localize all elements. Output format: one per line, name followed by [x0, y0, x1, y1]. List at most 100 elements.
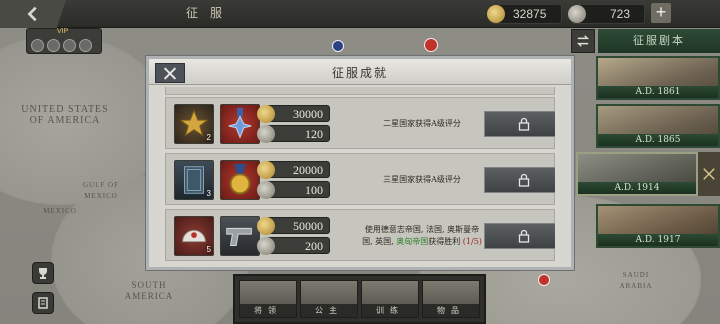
- map-label-gulf: GULF OF MEXICO: [83, 181, 119, 200]
- tab-label: 训练: [362, 304, 418, 317]
- achievements-modal: 征服成就 2 30000 120 二星国家获得A级评分 3 20000 100 …: [146, 56, 574, 270]
- medal-coin-icon: [257, 181, 275, 199]
- modal-header: 征服成就: [149, 59, 571, 85]
- map-label-saudi: SAUDI ARABIA: [619, 271, 653, 290]
- scenario-list-title: 征服剧本: [598, 29, 720, 53]
- add-currency-button[interactable]: +: [651, 3, 671, 23]
- scenario-card-1861[interactable]: A.D. 1861: [596, 56, 720, 100]
- reward-medal-amount: 100: [305, 183, 323, 197]
- scenario-card-1917[interactable]: A.D. 1917: [596, 204, 720, 248]
- flag-marker[interactable]: [538, 274, 550, 286]
- reward-medals: 120: [257, 125, 330, 143]
- reward-item-pistol[interactable]: [220, 216, 260, 256]
- medal-amount: 723: [610, 7, 631, 21]
- reward-medals: 200: [257, 237, 330, 255]
- tab-label: 将领: [240, 304, 296, 317]
- medal-coin-icon: [568, 5, 586, 23]
- scenario-year: A.D. 1861: [598, 86, 718, 98]
- reward-item-gold-medal[interactable]: [220, 160, 260, 200]
- gold-medal-icon: [229, 163, 251, 195]
- reward-medals: 100: [257, 181, 330, 199]
- condition-text-b: 获得胜利: [428, 237, 461, 246]
- reward-item-medal-box[interactable]: 2: [174, 104, 214, 144]
- achievement-condition: 二星国家获得A级评分: [362, 106, 482, 142]
- medal-counter: 723: [568, 4, 645, 24]
- gold-counter: 32875: [487, 4, 562, 24]
- cross-medal-icon: [228, 107, 252, 139]
- achievement-row: 3 20000 100 三星国家获得A级评分: [165, 153, 555, 205]
- reward-medal-amount: 120: [305, 127, 323, 141]
- reward-medal-amount: 200: [305, 239, 323, 253]
- achievement-row-partial: [165, 87, 555, 95]
- condition-text: 使用德意志帝国, 法国, 奥斯曼帝国, 英国, 奥匈帝国获得胜利 (1/5): [362, 224, 482, 248]
- condition-text: 三星国家获得A级评分: [383, 175, 461, 184]
- reward-item-safe[interactable]: 3: [174, 160, 214, 200]
- item-count: 3: [206, 189, 211, 198]
- scenario-expand-button[interactable]: [698, 152, 720, 196]
- claim-button-locked[interactable]: [484, 111, 555, 137]
- scenario-year: A.D. 1917: [598, 234, 718, 246]
- vip-level-dots: [31, 39, 92, 52]
- vip-dot: [79, 39, 92, 52]
- reward-gold-amount: 20000: [293, 163, 323, 177]
- lock-icon: [518, 173, 530, 187]
- scenario-card-1914[interactable]: A.D. 1914: [576, 152, 698, 196]
- medal-coin-icon: [257, 237, 275, 255]
- chevron-left-icon: [27, 6, 37, 22]
- vip-panel[interactable]: VIP: [26, 28, 102, 54]
- tab-label: 物品: [423, 304, 479, 317]
- gold-amount: 32875: [513, 7, 547, 21]
- flag-marker[interactable]: [332, 40, 344, 52]
- crossed-swords-icon: [703, 168, 715, 180]
- item-count: 2: [206, 133, 211, 142]
- achievement-condition: 三星国家获得A级评分: [362, 162, 482, 198]
- reward-gold: 50000: [257, 217, 330, 235]
- gold-coin-icon: [487, 5, 505, 23]
- reward-item-blue-cross[interactable]: [220, 104, 260, 144]
- condition-text: 二星国家获得A级评分: [383, 119, 461, 128]
- modal-title: 征服成就: [331, 66, 388, 80]
- book-icon: [38, 297, 48, 309]
- gold-coin-icon: [257, 161, 275, 179]
- reward-item-helmet[interactable]: 5: [174, 216, 214, 256]
- swap-arrows-icon: [576, 35, 590, 47]
- tab-princess[interactable]: 公主: [300, 280, 358, 318]
- reward-gold-amount: 50000: [293, 219, 323, 233]
- vip-dot: [63, 39, 76, 52]
- tab-label: 公主: [301, 304, 357, 317]
- trophy-icon: [39, 268, 47, 279]
- claim-button-locked[interactable]: [484, 167, 555, 193]
- vip-dot: [31, 39, 44, 52]
- condition-highlight: 奥匈帝国: [396, 237, 429, 246]
- vip-dot: [47, 39, 60, 52]
- flag-marker[interactable]: [424, 38, 438, 52]
- achievement-list[interactable]: 2 30000 120 二星国家获得A级评分 3 20000 100 三星国家获…: [165, 87, 555, 269]
- condition-progress: (1/5): [462, 237, 482, 246]
- claim-button-locked[interactable]: [484, 223, 555, 249]
- pistol-icon: [226, 227, 252, 246]
- tab-items[interactable]: 物品: [422, 280, 480, 318]
- top-bar: 征服 32875 723 +: [0, 0, 720, 28]
- scenario-card-1865[interactable]: A.D. 1865: [596, 104, 720, 148]
- map-label-usa: UNITED STATES OF AMERICA: [21, 104, 109, 126]
- gold-coin-icon: [257, 217, 275, 235]
- lock-icon: [518, 229, 530, 243]
- map-label-mexico: MEXICO: [43, 207, 77, 215]
- medal-coin-icon: [257, 125, 275, 143]
- reward-gold: 20000: [257, 161, 330, 179]
- tab-generals[interactable]: 将领: [239, 280, 297, 318]
- scenario-year: A.D. 1865: [598, 134, 718, 146]
- back-button[interactable]: [0, 0, 66, 28]
- trophy-button[interactable]: [32, 262, 54, 284]
- tab-training[interactable]: 训练: [361, 280, 419, 318]
- page-title: 征服: [185, 6, 234, 20]
- achievement-condition: 使用德意志帝国, 法国, 奥斯曼帝国, 英国, 奥匈帝国获得胜利 (1/5): [362, 218, 482, 254]
- achievement-row: 2 30000 120 二星国家获得A级评分: [165, 97, 555, 149]
- bottom-tab-bar: 将领 公主 训练 物品: [233, 274, 486, 324]
- book-button[interactable]: [32, 292, 54, 314]
- reward-gold-amount: 30000: [293, 107, 323, 121]
- swap-button[interactable]: [571, 29, 595, 53]
- lock-icon: [518, 117, 530, 131]
- reward-gold: 30000: [257, 105, 330, 123]
- scenario-year: A.D. 1914: [578, 182, 696, 194]
